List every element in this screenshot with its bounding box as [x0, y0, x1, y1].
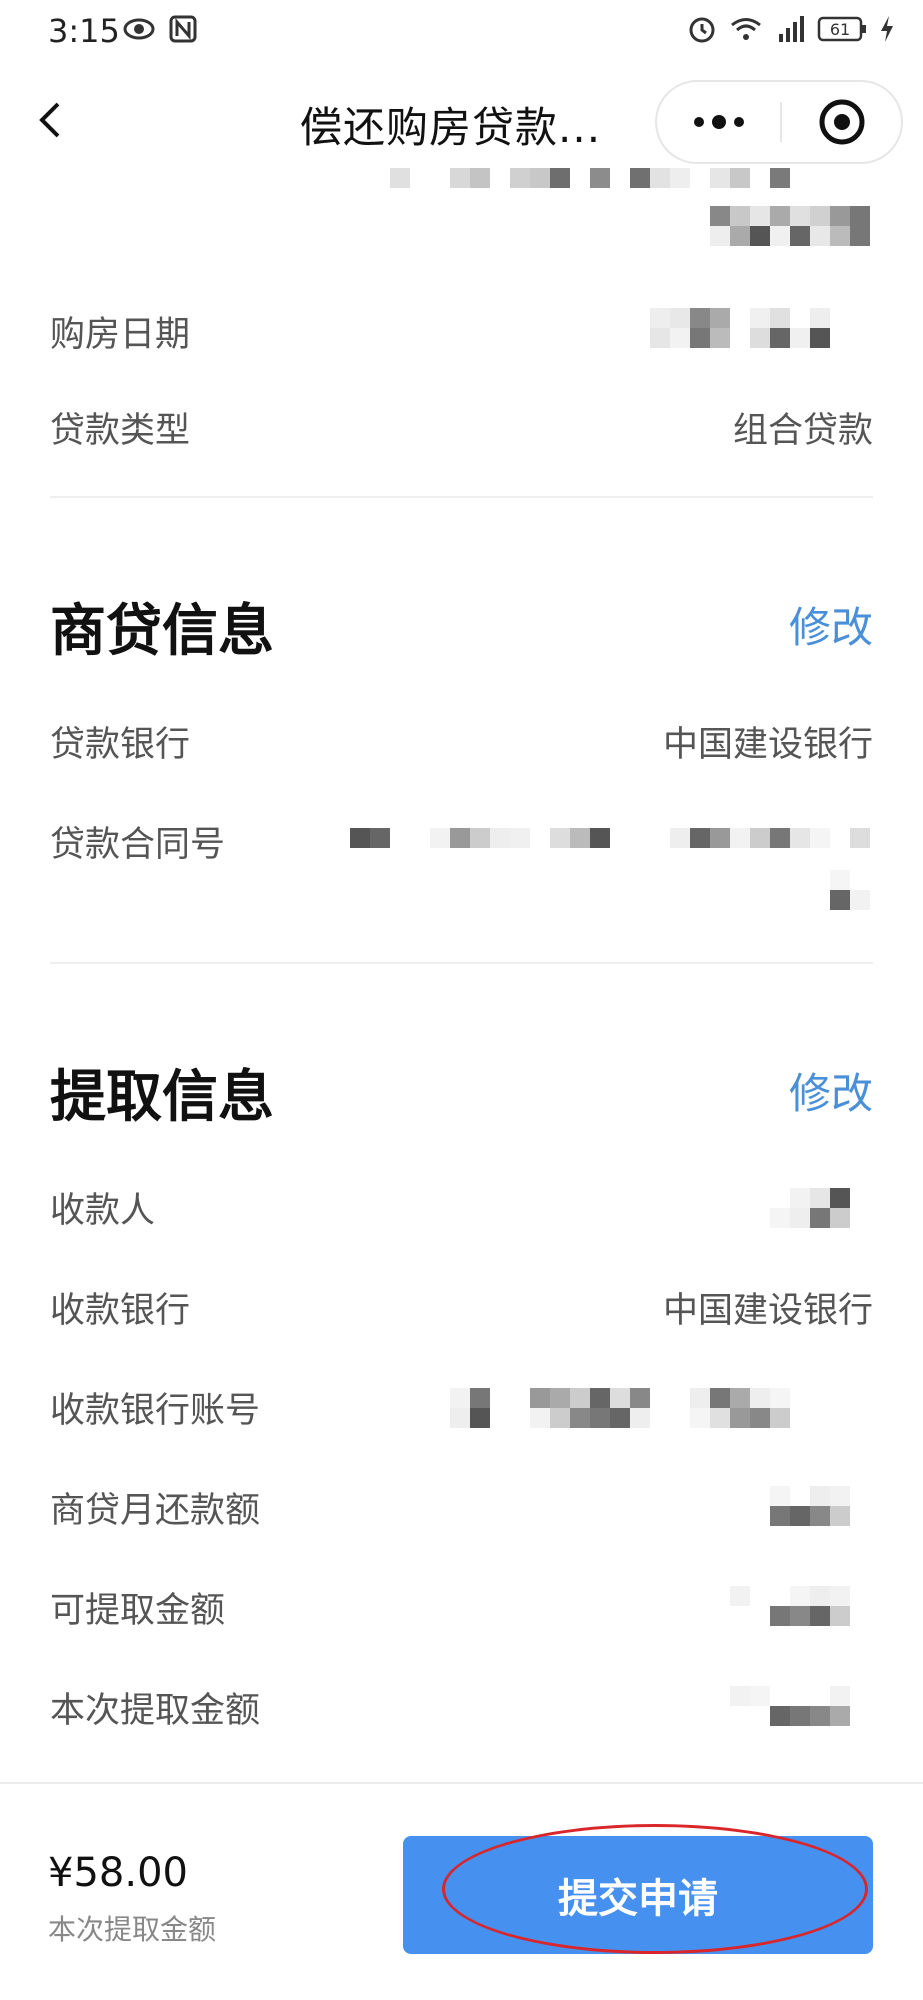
redacted-contract-number-line2: [830, 870, 870, 910]
redacted-address-line2: [710, 206, 870, 246]
target-icon: [819, 99, 865, 145]
edit-commercial-loan-link[interactable]: 修改: [789, 594, 873, 655]
payee-row: 收款人: [50, 1182, 873, 1231]
redacted-address: [390, 168, 790, 188]
footer-amount: ¥58.00: [48, 1850, 188, 1896]
current-amount-label: 本次提取金额: [50, 1691, 261, 1731]
redacted-current-amount: [730, 1686, 850, 1726]
monthly-repayment-label: 商贷月还款额: [50, 1491, 261, 1531]
status-left-icons: [122, 14, 200, 44]
payee-label: 收款人: [50, 1191, 156, 1231]
more-dots-icon: [694, 115, 744, 129]
signal-icon: [779, 16, 804, 42]
monthly-repayment-row: 商贷月还款额: [50, 1482, 873, 1531]
battery-level: 61: [830, 20, 850, 39]
status-right-icons: 61: [685, 14, 895, 44]
edit-withdraw-info-link[interactable]: 修改: [789, 1060, 873, 1121]
payee-bank-row: 收款银行 中国建设银行: [50, 1282, 873, 1331]
status-time: 3:15: [48, 12, 120, 50]
submit-button[interactable]: 提交申请: [403, 1836, 873, 1954]
section-divider: [50, 496, 873, 498]
close-miniapp-button[interactable]: [781, 82, 903, 162]
redacted-available-amount: [730, 1586, 850, 1626]
redacted-contract-number: [350, 828, 870, 848]
loan-contract-label: 贷款合同号: [50, 825, 226, 865]
loan-type-row: 贷款类型 组合贷款: [50, 402, 873, 451]
nav-bar: 偿还购房贷款...: [0, 64, 923, 174]
more-button[interactable]: [657, 82, 781, 162]
back-button[interactable]: [30, 92, 70, 148]
footer-caption: 本次提取金额: [48, 1913, 217, 1946]
eye-icon: [123, 18, 155, 40]
loan-type-label: 贷款类型: [50, 411, 191, 451]
nfc-icon: [169, 15, 197, 43]
redacted-purchase-date: [650, 308, 830, 348]
withdraw-info-title: 提取信息: [50, 1065, 274, 1130]
commercial-loan-title: 商贷信息: [50, 599, 274, 664]
page-title: 偿还购房贷款...: [300, 103, 602, 152]
battery-icon: 61: [817, 16, 866, 42]
payee-account-label: 收款银行账号: [50, 1391, 261, 1431]
miniapp-capsule: [655, 80, 903, 164]
footer-bar: ¥58.00 本次提取金额 提交申请: [0, 1782, 923, 2000]
chevron-left-icon: [39, 102, 60, 138]
available-amount-label: 可提取金额: [50, 1591, 226, 1631]
charging-icon: [881, 16, 893, 42]
loan-type-value: 组合贷款: [732, 411, 873, 451]
section-divider: [50, 962, 873, 964]
alarm-icon: [689, 17, 715, 43]
redacted-monthly-repayment: [770, 1486, 850, 1526]
redacted-account-number: [450, 1388, 790, 1428]
loan-bank-label: 贷款银行: [50, 725, 191, 765]
redacted-payee-name: [770, 1188, 850, 1228]
purchase-date-label: 购房日期: [50, 315, 191, 355]
loan-bank-row: 贷款银行 中国建设银行: [50, 716, 873, 765]
payee-bank-value: 中国建设银行: [662, 1291, 873, 1331]
payee-bank-label: 收款银行: [50, 1291, 191, 1331]
status-bar: 3:15 61: [0, 0, 923, 64]
loan-bank-value: 中国建设银行: [662, 725, 873, 765]
wifi-icon: [731, 18, 761, 40]
